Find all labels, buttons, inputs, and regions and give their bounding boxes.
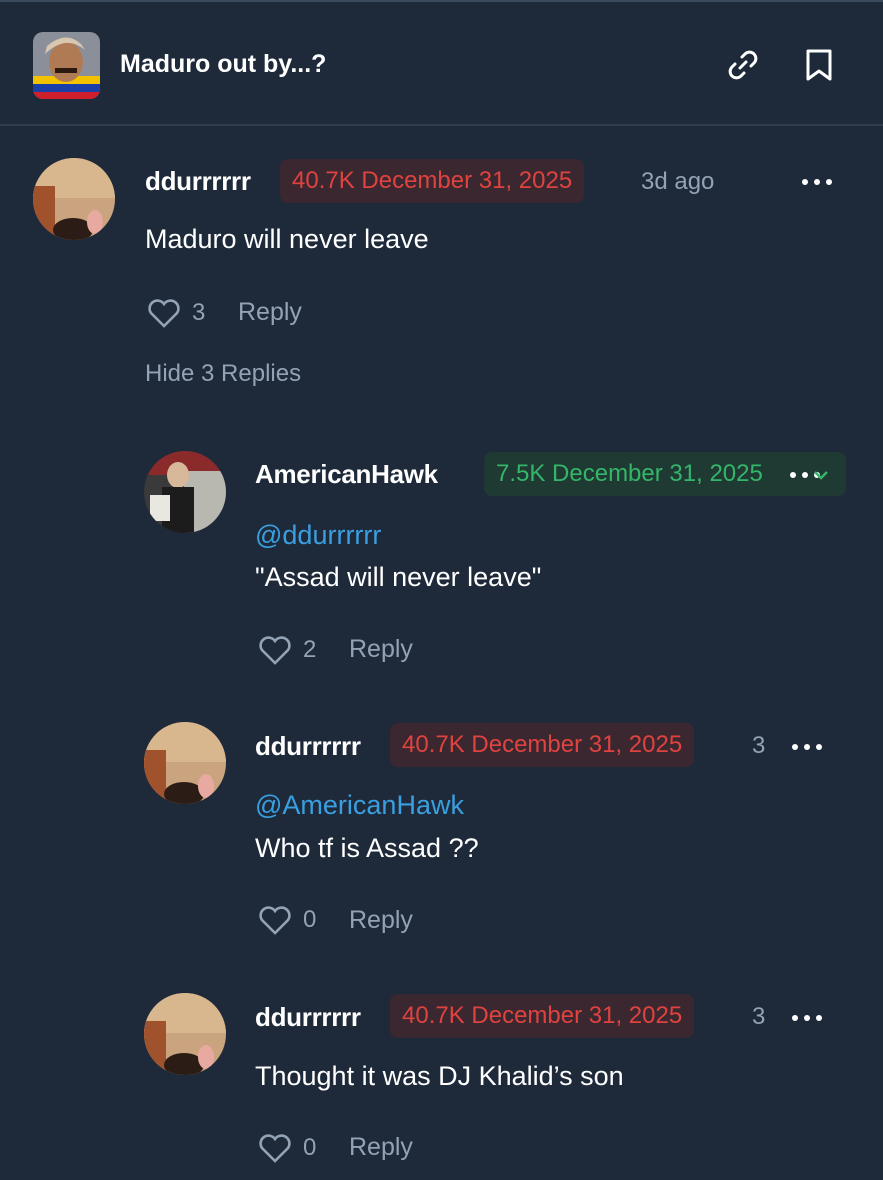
market-header: Maduro out by...? — [0, 2, 883, 126]
comment-text: Who tf is Assad ?? — [255, 833, 479, 863]
comment-text: "Assad will never leave" — [255, 562, 542, 592]
link-icon[interactable] — [724, 46, 762, 84]
like-count: 2 — [303, 636, 317, 663]
avatar[interactable] — [144, 722, 226, 804]
market-title: Maduro out by...? — [120, 50, 327, 78]
comment-timestamp: 3 — [752, 1003, 766, 1030]
chevron-down-icon — [814, 471, 828, 480]
bookmark-icon[interactable] — [800, 46, 838, 84]
hide-replies-button[interactable]: Hide 3 Replies — [145, 360, 301, 388]
reply-button[interactable]: Reply — [349, 1133, 413, 1162]
avatar[interactable] — [144, 993, 226, 1075]
reply-button[interactable]: Reply — [349, 906, 413, 935]
like-count: 0 — [303, 1134, 317, 1161]
avatar[interactable] — [144, 451, 226, 533]
heart-icon — [259, 636, 291, 665]
like-count: 3 — [192, 299, 206, 326]
heart-icon — [148, 299, 180, 328]
heart-icon — [259, 906, 291, 935]
comment-timestamp: 3d ago — [641, 168, 715, 195]
reply-button[interactable]: Reply — [238, 298, 302, 327]
comment-text: Maduro will never leave — [145, 224, 429, 254]
comment-username[interactable]: ddurrrrrr — [255, 1002, 361, 1033]
mention-link[interactable]: @ddurrrrrr — [255, 520, 381, 551]
like-count: 0 — [303, 906, 317, 933]
more-options-icon[interactable] — [792, 742, 826, 752]
reply-button[interactable]: Reply — [349, 635, 413, 664]
heart-icon — [259, 1134, 291, 1163]
comment-username[interactable]: AmericanHawk — [255, 459, 438, 490]
avatar[interactable] — [33, 158, 115, 240]
comment-username[interactable]: ddurrrrrr — [145, 166, 251, 197]
position-badge: 40.7K December 31, 2025 — [390, 723, 695, 767]
more-options-icon[interactable] — [792, 1013, 826, 1023]
market-thumbnail[interactable] — [33, 32, 100, 99]
position-badge: 40.7K December 31, 2025 — [390, 994, 695, 1038]
comment-timestamp: 3 — [752, 732, 766, 759]
position-badge: 40.7K December 31, 2025 — [280, 159, 585, 203]
more-options-icon[interactable] — [802, 177, 836, 187]
mention-link[interactable]: @AmericanHawk — [255, 790, 464, 821]
comment-username[interactable]: ddurrrrrr — [255, 731, 361, 762]
comment-text: Thought it was DJ Khalid’s son — [255, 1061, 624, 1091]
